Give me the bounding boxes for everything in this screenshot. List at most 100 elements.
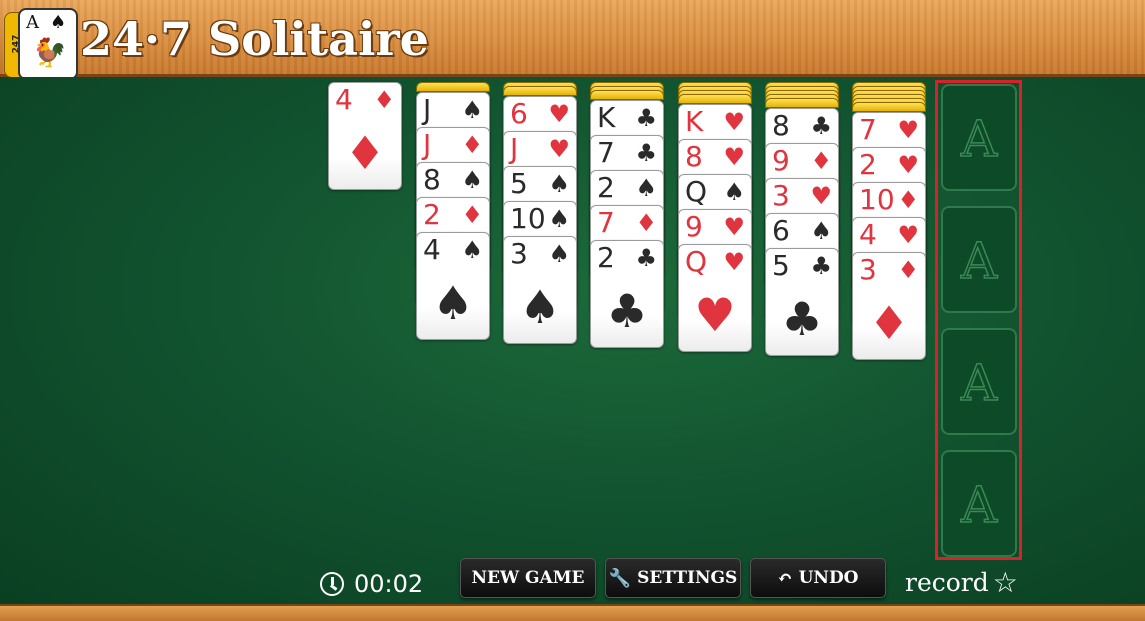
card-rank: 2 [597,241,615,274]
card-suit-icon: ♠ [810,217,832,245]
card-suit-icon: ♦ [373,86,395,114]
card-suit-icon: ♣ [635,104,657,132]
new-game-button[interactable]: NEW GAME [460,558,596,598]
card-rank: 4 [423,233,441,266]
playing-card[interactable]: 4 ♠ ♠ [416,232,490,340]
playing-card[interactable]: 2 ♣ ♣ [590,240,664,348]
card-center-suit-icon: ♥ [694,288,736,342]
card-rank: J [510,132,519,165]
face-down-card [678,94,752,104]
card-suit-icon: ♣ [635,244,657,272]
undo-button[interactable]: ↶ UNDO [750,558,886,598]
card-center-suit-icon: ♣ [781,292,823,346]
card-suit-icon: ♥ [723,213,745,241]
foundation-ace-placeholder: A [960,475,998,535]
card-center-suit-icon: ♠ [519,280,561,334]
card-suit-icon: ♥ [810,182,832,210]
card-rank: J [423,128,432,161]
foundation-slot[interactable]: A [941,84,1017,191]
card-rank: 8 [423,163,441,196]
foundation-slot[interactable]: A [941,206,1017,313]
card-rank: 8 [685,140,703,173]
card-rank: K [685,105,704,138]
card-suit-icon: ♦ [635,209,657,237]
face-down-card [416,82,490,92]
face-down-card [852,102,926,112]
card-rank: J [423,93,432,126]
card-suit-icon: ♥ [897,221,919,249]
timer-value: 00:02 [354,570,424,598]
card-suit-icon: ♣ [810,112,832,140]
undo-label: UNDO [798,568,859,588]
foundation-slot[interactable]: A [941,450,1017,557]
bottom-wood-bar [0,604,1145,621]
card-suit-icon: ♦ [897,186,919,214]
card-center-suit-icon: ♣ [606,284,648,338]
foundation-ace-placeholder: A [960,231,998,291]
foundation-ace-placeholder: A [960,353,998,413]
card-suit-icon: ♦ [461,131,483,159]
card-rank: 6 [772,214,790,247]
page-title: 24·7 Solitaire [80,12,429,66]
card-suit-icon: ♣ [810,252,832,280]
card-suit-icon: ♦ [897,256,919,284]
settings-button[interactable]: 🔧 SETTINGS [605,558,741,598]
card-suit-icon: ♠ [548,170,570,198]
card-rank: 7 [597,206,615,239]
playing-card[interactable]: 3 ♦ ♦ [852,252,926,360]
card-rank: 7 [859,113,877,146]
card-suit-icon: ♠ [723,178,745,206]
playing-card[interactable]: 5 ♣ ♣ [765,248,839,356]
card-rank: 2 [597,171,615,204]
game-timer: 00:02 [320,566,423,602]
rooster-icon: 🐓 [32,36,67,69]
face-down-card [503,86,577,96]
card-suit-icon: ♦ [810,147,832,175]
wrench-icon: 🔧 [608,567,632,589]
card-rank: 7 [597,136,615,169]
playing-card[interactable]: 4 ♦ ♦ [328,82,402,190]
spade-icon: ♠ [50,12,67,33]
card-rank: 3 [510,237,528,270]
logo-card: A ♠ 🐓 [18,8,78,80]
card-rank: 4 [335,83,353,116]
card-rank: 8 [772,109,790,142]
record-button[interactable]: record ☆ [905,566,1018,599]
foundation-slot[interactable]: A [941,328,1017,435]
star-icon: ☆ [992,566,1018,599]
card-center-suit-icon: ♦ [868,296,910,350]
card-rank: 5 [772,249,790,282]
logo[interactable]: 247 A ♠ 🐓 [4,8,78,80]
face-down-card [590,90,664,100]
card-center-suit-icon: ♠ [432,276,474,330]
card-rank: 5 [510,167,528,200]
card-suit-icon: ♠ [461,166,483,194]
card-suit-icon: ♠ [548,205,570,233]
card-suit-icon: ♥ [723,248,745,276]
card-suit-icon: ♠ [461,96,483,124]
card-rank: 2 [423,198,441,231]
playing-card[interactable]: Q ♥ ♥ [678,244,752,352]
card-rank: K [597,101,616,134]
playing-card[interactable]: 3 ♠ ♠ [503,236,577,344]
card-rank: Q [685,245,708,278]
card-suit-icon: ♠ [635,174,657,202]
card-suit-icon: ♥ [897,116,919,144]
card-suit-icon: ♠ [461,236,483,264]
foundation-ace-placeholder: A [960,109,998,169]
card-suit-icon: ♠ [548,240,570,268]
undo-icon: ↶ [777,567,793,589]
record-label: record [905,568,989,597]
face-down-card [765,98,839,108]
card-rank: 9 [772,144,790,177]
card-rank: 4 [859,218,877,251]
card-rank: 3 [772,179,790,212]
card-suit-icon: ♥ [897,151,919,179]
card-suit-icon: ♥ [723,108,745,136]
new-game-label: NEW GAME [471,568,585,588]
card-suit-icon: ♥ [548,135,570,163]
card-rank: 9 [685,210,703,243]
card-center-suit-icon: ♦ [344,126,386,180]
card-suit-icon: ♥ [548,100,570,128]
card-suit-icon: ♦ [461,201,483,229]
